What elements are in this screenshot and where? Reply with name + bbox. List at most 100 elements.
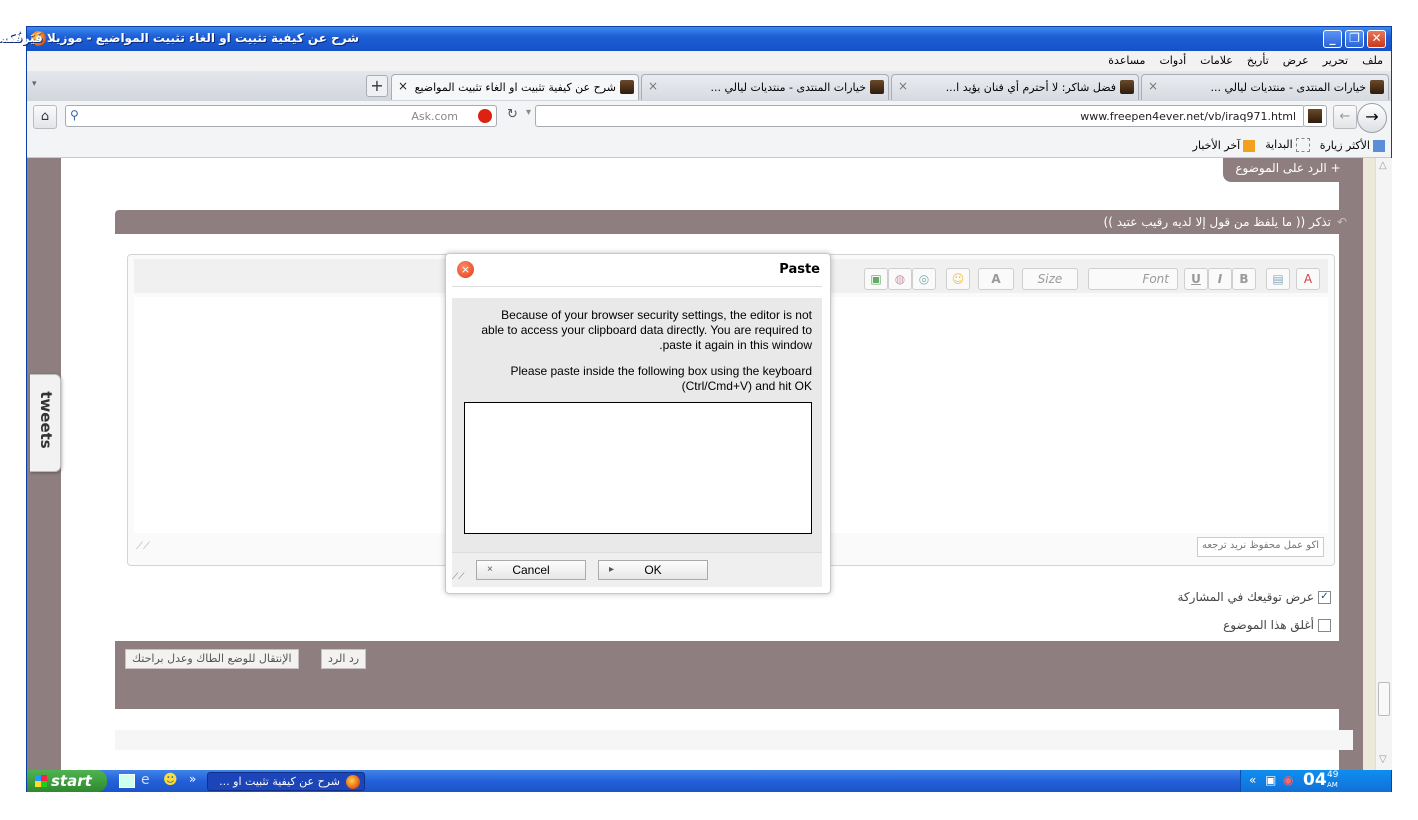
bookmark-most-visited[interactable]: الأكثر زيارة (1320, 139, 1385, 152)
search-box[interactable]: ⚲ Ask.com (65, 105, 497, 127)
address-bar[interactable]: www.freepen4ever.net/vb/iraq971.html (535, 105, 1305, 127)
smiley-icon[interactable]: ☺ (946, 268, 970, 290)
tab-close-button[interactable]: × (648, 79, 658, 93)
quick-reply-header: تذكر (( ما يلفظ من قول إلا لديه رقيب عتي… (115, 210, 1353, 234)
bookmark-start[interactable]: البداية (1265, 138, 1310, 152)
show-signature-checkbox[interactable]: ✓ (1318, 590, 1331, 604)
tab-forum-options-1[interactable]: خيارات المنتدى - منتديات ليالي ... × (1141, 74, 1389, 100)
paste-area[interactable] (464, 402, 812, 534)
tab-forum-options-2[interactable]: خيارات المنتدى - منتديات ليالي ... × (641, 74, 889, 100)
minimize-button[interactable]: _ (1323, 30, 1342, 48)
bookmark-latest-news[interactable]: آخر الأخبار (1193, 139, 1256, 152)
network-icon[interactable]: ▣ (1265, 773, 1276, 787)
message-line: able to access your clipboard data direc… (481, 323, 812, 337)
tab-close-button[interactable]: × (398, 79, 408, 93)
cancel-button[interactable]: × Cancel (476, 560, 586, 580)
page-icon (1295, 138, 1310, 152)
close-thread-checkbox[interactable] (1318, 618, 1331, 632)
menu-file[interactable]: ملف (1362, 54, 1383, 67)
show-desktop-icon[interactable] (119, 774, 135, 788)
scroll-thumb[interactable] (1378, 682, 1390, 716)
start-button[interactable]: start (27, 770, 107, 792)
start-label: start (51, 772, 92, 790)
post-reply-button[interactable]: رد الرد (321, 649, 367, 669)
firefox-icon (346, 775, 360, 789)
security-alert-icon[interactable]: ◉ (1283, 773, 1293, 787)
tab-label: فضل شاكر: لا أحترم أي فنان يؤيد ا... (945, 81, 1116, 94)
tab-bar: ▾ خيارات المنتدى - منتديات ليالي ... × ف… (27, 71, 1391, 102)
show-signature-option[interactable]: ✓ عرض توقيعك في المشاركة (1178, 590, 1331, 604)
font-select[interactable]: Font (1088, 268, 1178, 290)
search-icon: ⚲ (70, 108, 79, 122)
paste-icon[interactable]: ▤ (1266, 268, 1290, 290)
tab-list-icon[interactable]: ▾ (32, 79, 37, 89)
ok-button[interactable]: ▸ OK (598, 560, 708, 580)
bold-button[interactable]: B (1232, 268, 1256, 290)
clock-ampm: AM (1327, 781, 1338, 789)
paste-dialog: × Paste Because of your browser security… (445, 253, 831, 594)
message-line: Because of your browser security setting… (501, 308, 812, 322)
advanced-mode-button[interactable]: الإنتقال للوضع الطاك وعدل براحتك (125, 649, 299, 669)
tab-close-button[interactable]: × (1148, 79, 1158, 93)
menu-bar: ملف تحرير عرض تأريخ علامات أدوات مساعدة (27, 51, 1391, 71)
menu-view[interactable]: عرض (1283, 54, 1309, 67)
home-icon[interactable]: ⌂ (33, 105, 57, 129)
messenger-icon[interactable]: ☻ (163, 772, 178, 788)
close-window-button[interactable]: ✕ (1367, 30, 1386, 48)
site-favicon (1370, 80, 1384, 94)
restore-draft-hint[interactable]: اكو عمل محفوظ نريد ترجعه (1196, 537, 1324, 557)
link-icon[interactable]: ◎ (912, 268, 936, 290)
dialog-close-button[interactable]: × (457, 261, 474, 278)
forward-arrow-icon[interactable]: → (1357, 103, 1387, 133)
url-text: www.freepen4ever.net/vb/iraq971.html (1080, 110, 1296, 123)
windows-logo-icon (35, 775, 47, 787)
remove-format-icon[interactable]: A (1296, 268, 1320, 290)
action-bar: رد الرد الإنتقال للوضع الطاك وعدل براحتك (115, 641, 1353, 709)
back-arrow-icon[interactable]: ← (1333, 105, 1357, 129)
italic-button[interactable]: I (1208, 268, 1232, 290)
menu-bookmarks[interactable]: علامات (1200, 54, 1233, 67)
menu-tools[interactable]: أدوات (1159, 54, 1186, 67)
ask-logo-icon[interactable] (478, 109, 492, 123)
menu-edit[interactable]: تحرير (1323, 54, 1348, 67)
vertical-scrollbar[interactable]: △ ▽ (1375, 158, 1392, 770)
close-thread-option[interactable]: أغلق هذا الموضوع (1223, 618, 1331, 632)
resize-handle-icon[interactable]: ⟋⟋ (136, 541, 150, 552)
task-label: شرح عن كيفية تثبيت او ... (219, 775, 340, 788)
instruction-line: Please paste inside the following box us… (510, 364, 812, 378)
most-visited-icon (1373, 139, 1385, 152)
bookmark-label: آخر الأخبار (1192, 138, 1241, 152)
size-select[interactable]: Size (1022, 268, 1078, 290)
taskbar-firefox-window[interactable]: شرح عن كيفية تثبيت او ... (207, 772, 365, 791)
dialog-title: Paste (779, 262, 820, 277)
text-color-button[interactable]: A (978, 268, 1014, 290)
site-identity-icon[interactable] (1303, 105, 1327, 127)
tab-current-thread[interactable]: شرح عن كيفية تثبيت او الغاء تثبيت المواض… (391, 74, 639, 100)
search-placeholder: Ask.com (411, 110, 458, 123)
menu-history[interactable]: تأريخ (1247, 54, 1269, 67)
menu-help[interactable]: مساعدة (1108, 54, 1145, 67)
clock-minutes: 49 (1327, 770, 1339, 780)
internet-explorer-icon[interactable]: e (141, 772, 150, 788)
image-icon[interactable]: ▣ (864, 268, 888, 290)
tweets-side-tab[interactable]: tweets (30, 374, 61, 472)
unlink-icon[interactable]: ◍ (888, 268, 912, 290)
scroll-up-icon[interactable]: △ (1379, 160, 1387, 171)
maximize-button[interactable]: ❐ (1345, 30, 1364, 48)
title-bar[interactable]: شرح عن كيفية تثبيت او الغاء تثبيت المواض… (0, 27, 1391, 51)
new-tab-button[interactable]: + (366, 75, 388, 97)
quicklaunch-chevron-icon[interactable]: » (189, 772, 196, 786)
dialog-resize-icon[interactable]: ⟋⟋ (452, 572, 465, 582)
reply-to-thread-button[interactable]: + الرد على الموضوع (1223, 158, 1353, 182)
tray-expand-icon[interactable]: « (1249, 773, 1256, 787)
tab-fadl-shaker[interactable]: فضل شاكر: لا أحترم أي فنان يؤيد ا... × (891, 74, 1139, 100)
ok-icon: ▸ (609, 564, 615, 575)
scroll-down-icon[interactable]: ▽ (1379, 754, 1387, 765)
underline-button[interactable]: U (1184, 268, 1208, 290)
bookmark-label: الأكثر زيارة (1319, 138, 1370, 152)
cancel-icon: × (487, 564, 493, 575)
panel-title: تذكر (( ما يلفظ من قول إلا لديه رقيب عتي… (1103, 215, 1331, 229)
window-title: شرح عن كيفية تثبيت او الغاء تثبيت المواض… (0, 31, 359, 45)
collapse-arrow-icon[interactable]: ↶ (1337, 210, 1347, 234)
tab-close-button[interactable]: × (898, 79, 908, 93)
